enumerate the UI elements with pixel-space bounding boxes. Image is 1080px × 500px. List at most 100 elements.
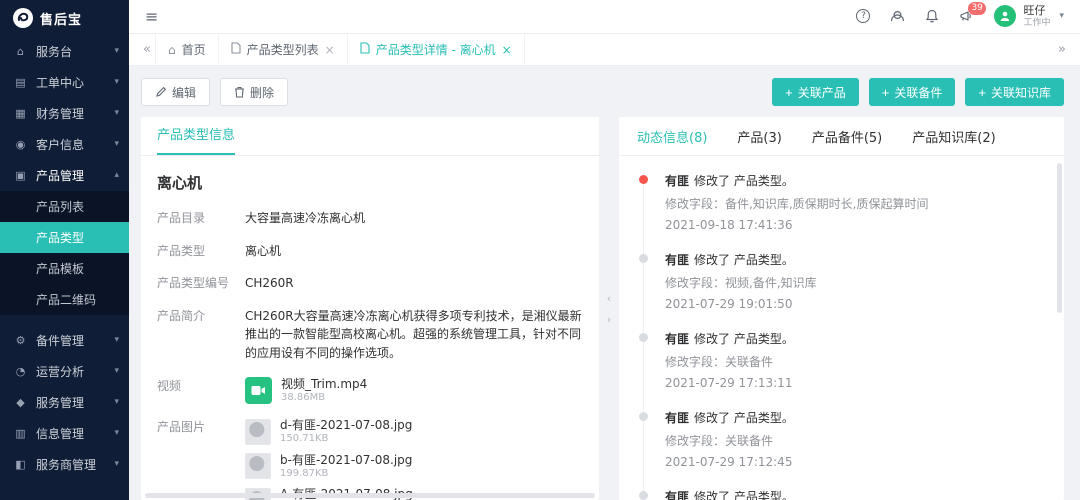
sidebar-item-service-management[interactable]: 服务管理 — [0, 387, 129, 418]
edit-button[interactable]: 编辑 — [141, 78, 210, 106]
sidebar-item-spareparts[interactable]: 备件管理 — [0, 325, 129, 356]
plus-icon — [785, 86, 793, 99]
image-thumbnail — [245, 419, 271, 445]
image-file-item[interactable]: b-有匪-2021-07-08.jpg 199.87KB — [245, 453, 413, 481]
finance-icon — [13, 108, 28, 119]
close-icon[interactable] — [502, 44, 512, 56]
activity-timeline: 有匪修改了 产品类型。 修改字段：备件,知识库,质保期时长,质保起算时间 202… — [619, 156, 1064, 500]
field-value: 离心机 — [245, 242, 281, 261]
timeline-entry: 有匪修改了 产品类型。 修改字段：关联备件 2021-07-29 17:11:4… — [639, 488, 1050, 500]
information-icon — [13, 428, 28, 439]
customer-icon — [13, 139, 28, 150]
tab-product-type-detail[interactable]: 产品类型详情 - 离心机 — [348, 34, 525, 65]
bell-icon[interactable] — [925, 9, 939, 23]
info-panel-body: 离心机 产品目录 大容量高速冷冻离心机 产品类型 离心机 产品类型编号 CH26… — [141, 156, 599, 500]
tab-activity[interactable]: 动态信息(8) — [637, 127, 707, 146]
sidebar-spacer — [0, 315, 129, 325]
activity-user: 有匪 — [665, 174, 689, 188]
sidebar-subitem-label: 产品二维码 — [36, 291, 96, 308]
delete-button[interactable]: 删除 — [220, 78, 288, 106]
sidebar-subitem-label: 产品列表 — [36, 198, 84, 215]
chevron-down-icon — [114, 140, 119, 149]
avatar — [994, 5, 1016, 27]
file-size: 38.86MB — [281, 392, 367, 405]
sidebar-subitem-product-type[interactable]: 产品类型 — [0, 222, 129, 253]
sidebar-item-information-management[interactable]: 信息管理 — [0, 418, 129, 449]
tab-home[interactable]: 首页 — [155, 34, 219, 65]
chevron-down-icon — [114, 109, 119, 118]
tab-product-type-info[interactable]: 产品类型信息 — [157, 124, 235, 155]
sidebar-item-analytics[interactable]: 运营分析 — [0, 356, 129, 387]
field-product-catalog: 产品目录 大容量高速冷冻离心机 — [157, 209, 583, 228]
sidebar-item-label: 服务管理 — [36, 394, 114, 411]
vertical-scrollbar[interactable] — [1057, 163, 1062, 313]
sidebar-item-finance[interactable]: 财务管理 — [0, 98, 129, 129]
sidebar-item-product-management[interactable]: 产品管理 — [0, 160, 129, 191]
activity-fields: 修改字段：关联备件 — [665, 353, 1050, 370]
activity-timestamp: 2021-07-29 17:12:45 — [665, 455, 1050, 469]
associate-product-button[interactable]: 关联产品 — [772, 78, 859, 106]
sidebar-item-label: 备件管理 — [36, 332, 114, 349]
associate-kb-label: 关联知识库 — [991, 84, 1051, 101]
page-tabbar: 首页 产品类型列表 产品类型详情 - 离心机 — [129, 34, 1080, 66]
tab-label: 产品类型列表 — [247, 41, 319, 58]
edit-button-label: 编辑 — [172, 84, 196, 101]
sidebar-item-provider-management[interactable]: 服务商管理 — [0, 449, 129, 480]
video-file-item[interactable]: 视频_Trim.mp4 38.86MB — [245, 377, 367, 405]
timeline-dot — [639, 254, 648, 263]
field-product-type-code: 产品类型编号 CH260R — [157, 274, 583, 293]
collapse-right-icon[interactable] — [607, 314, 611, 325]
help-icon[interactable] — [856, 9, 870, 23]
tab-product-parts[interactable]: 产品备件(5) — [812, 127, 882, 146]
field-label: 产品目录 — [157, 209, 245, 228]
timeline-dot — [639, 175, 648, 184]
sidebar-item-service-desk[interactable]: 服务台 — [0, 36, 129, 67]
service-management-icon — [13, 397, 28, 408]
sidebar-item-label: 客户信息 — [36, 136, 114, 153]
tab-product-kb[interactable]: 产品知识库(2) — [912, 127, 995, 146]
trash-icon — [234, 86, 245, 98]
horizontal-scrollbar[interactable] — [145, 493, 595, 498]
sidebar-subitem-product-qrcode[interactable]: 产品二维码 — [0, 284, 129, 315]
close-icon[interactable] — [325, 44, 335, 56]
sidebar-item-workorder-center[interactable]: 工单中心 — [0, 67, 129, 98]
tab-products[interactable]: 产品(3) — [737, 127, 781, 146]
activity-fields: 修改字段：视频,备件,知识库 — [665, 274, 1050, 291]
tabs-scroll-left-icon[interactable] — [139, 43, 155, 56]
file-name: d-有匪-2021-07-08.jpg — [280, 418, 412, 433]
announcement-icon[interactable]: 39 — [959, 10, 974, 23]
field-label: 产品简介 — [157, 307, 245, 363]
brand-logo-icon — [13, 8, 33, 28]
home-icon — [168, 44, 176, 56]
tab-product-type-list[interactable]: 产品类型列表 — [219, 34, 348, 65]
associate-kb-button[interactable]: 关联知识库 — [965, 78, 1064, 106]
workorder-icon — [13, 77, 28, 88]
timeline-entry: 有匪修改了 产品类型。 修改字段：备件,知识库,质保期时长,质保起算时间 202… — [639, 172, 1050, 232]
image-file-item[interactable]: d-有匪-2021-07-08.jpg 150.71KB — [245, 418, 413, 446]
collapse-left-icon[interactable] — [607, 293, 611, 304]
field-value: CH260R — [245, 274, 294, 293]
spareparts-icon — [13, 335, 28, 346]
product-icon — [13, 170, 28, 181]
activity-panel: 动态信息(8) 产品(3) 产品备件(5) 产品知识库(2) 有匪修改了 产品类… — [619, 117, 1064, 500]
chevron-down-icon — [114, 47, 119, 56]
timeline-entry: 有匪修改了 产品类型。 修改字段：关联备件 2021-07-29 17:12:4… — [639, 409, 1050, 469]
user-menu[interactable]: 旺仔 工作中 — [994, 5, 1064, 28]
associate-parts-button[interactable]: 关联备件 — [869, 78, 956, 106]
sidebar-item-label: 产品管理 — [36, 167, 114, 184]
timeline-dot — [639, 333, 648, 342]
chevron-down-icon — [114, 429, 119, 438]
sidebar: 售后宝 服务台 工单中心 财务管理 客户信息 产品管理 产品列表 产品类型 产品… — [0, 0, 129, 500]
sidebar-subitem-product-template[interactable]: 产品模板 — [0, 253, 129, 284]
activity-fields: 修改字段：关联备件 — [665, 432, 1050, 449]
sidebar-subitem-label: 产品类型 — [36, 229, 84, 246]
sidebar-subitem-product-list[interactable]: 产品列表 — [0, 191, 129, 222]
tabs-scroll-right-icon[interactable] — [1054, 43, 1070, 56]
chevron-down-icon — [114, 78, 119, 87]
incognito-icon[interactable] — [890, 10, 905, 23]
chevron-down-icon — [114, 336, 119, 345]
sidebar-item-customer-info[interactable]: 客户信息 — [0, 129, 129, 160]
top-header: 39 旺仔 工作中 — [129, 0, 1080, 34]
chevron-down-icon — [114, 367, 119, 376]
sidebar-collapse-icon[interactable] — [145, 9, 158, 25]
